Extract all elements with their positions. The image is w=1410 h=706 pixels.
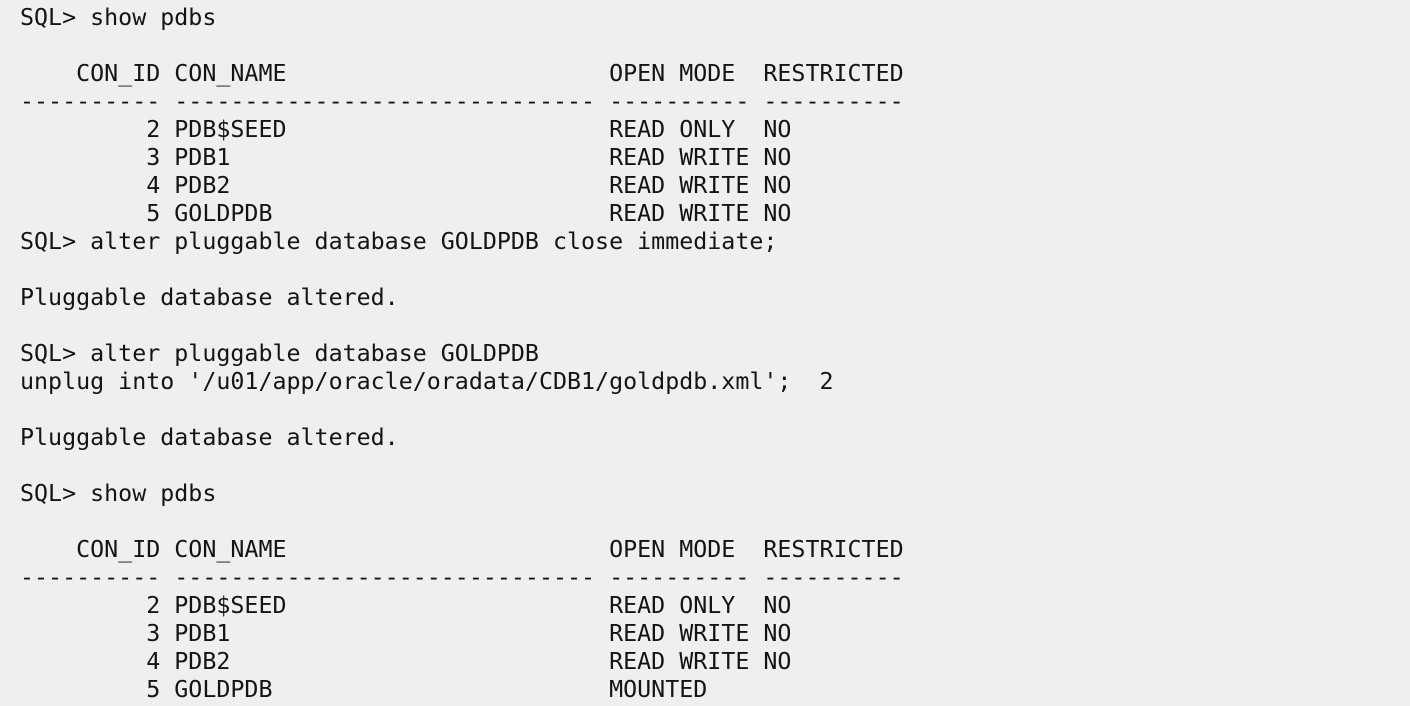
result-message: Pluggable database altered. [20,284,399,311]
table-row: 5 GOLDPDB READ WRITE NO [20,200,792,227]
sql-command-unplug-continuation: unplug into '/u01/app/oracle/oradata/CDB… [20,368,834,395]
sql-command-show-pdbs: SQL> show pdbs [20,4,217,31]
table-header: CON_ID CON_NAME OPEN MODE RESTRICTED [20,60,904,87]
result-message: Pluggable database altered. [20,424,399,451]
table-row: 4 PDB2 READ WRITE NO [20,172,792,199]
sql-command-close: SQL> alter pluggable database GOLDPDB cl… [20,228,778,255]
sql-command-unplug: SQL> alter pluggable database GOLDPDB [20,340,539,367]
table-separator: ---------- -----------------------------… [20,564,904,591]
table-row: 5 GOLDPDB MOUNTED [20,676,708,703]
table-separator: ---------- -----------------------------… [20,88,904,115]
table-header: CON_ID CON_NAME OPEN MODE RESTRICTED [20,536,904,563]
table-row: 2 PDB$SEED READ ONLY NO [20,592,792,619]
table-row: 3 PDB1 READ WRITE NO [20,144,792,171]
terminal-output[interactable]: SQL> show pdbs CON_ID CON_NAME OPEN MODE… [20,4,1400,704]
table-row: 4 PDB2 READ WRITE NO [20,648,792,675]
table-row: 3 PDB1 READ WRITE NO [20,620,792,647]
sql-command-show-pdbs: SQL> show pdbs [20,480,217,507]
table-row: 2 PDB$SEED READ ONLY NO [20,116,792,143]
